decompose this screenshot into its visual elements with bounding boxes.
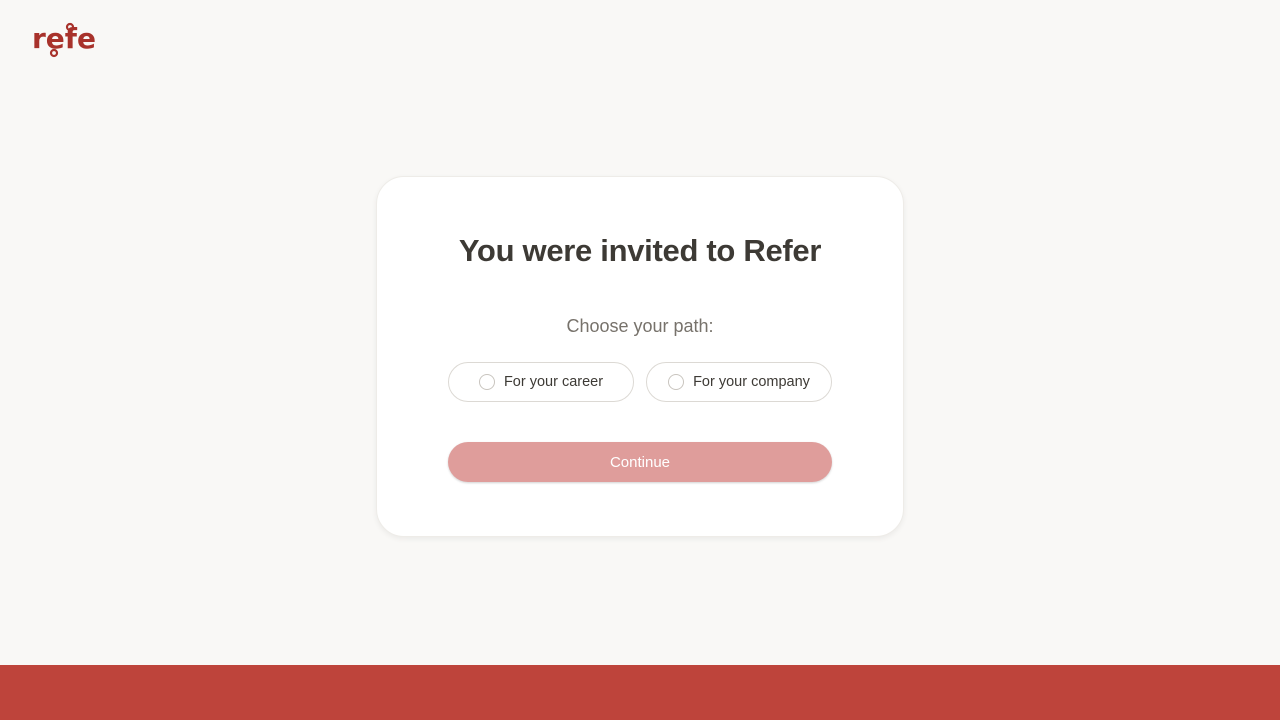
card-title: You were invited to Refer [458,233,822,268]
continue-button[interactable]: Continue [448,442,832,482]
card-subtitle: Choose your path: [566,316,714,336]
option-career[interactable]: For your career [448,362,634,402]
radio-unchecked-icon[interactable] [668,374,685,390]
radio-unchecked-icon[interactable] [478,374,495,390]
refer-logo[interactable]: refer [32,20,98,58]
footer-bar [0,665,1280,720]
option-career-label: For your career [503,374,604,390]
invite-card: You were invited to Refer Choose your pa… [376,176,904,537]
option-company[interactable]: For your company [646,362,832,402]
logo-wordmark: refer [32,22,98,55]
option-company-label: For your company [693,374,810,390]
